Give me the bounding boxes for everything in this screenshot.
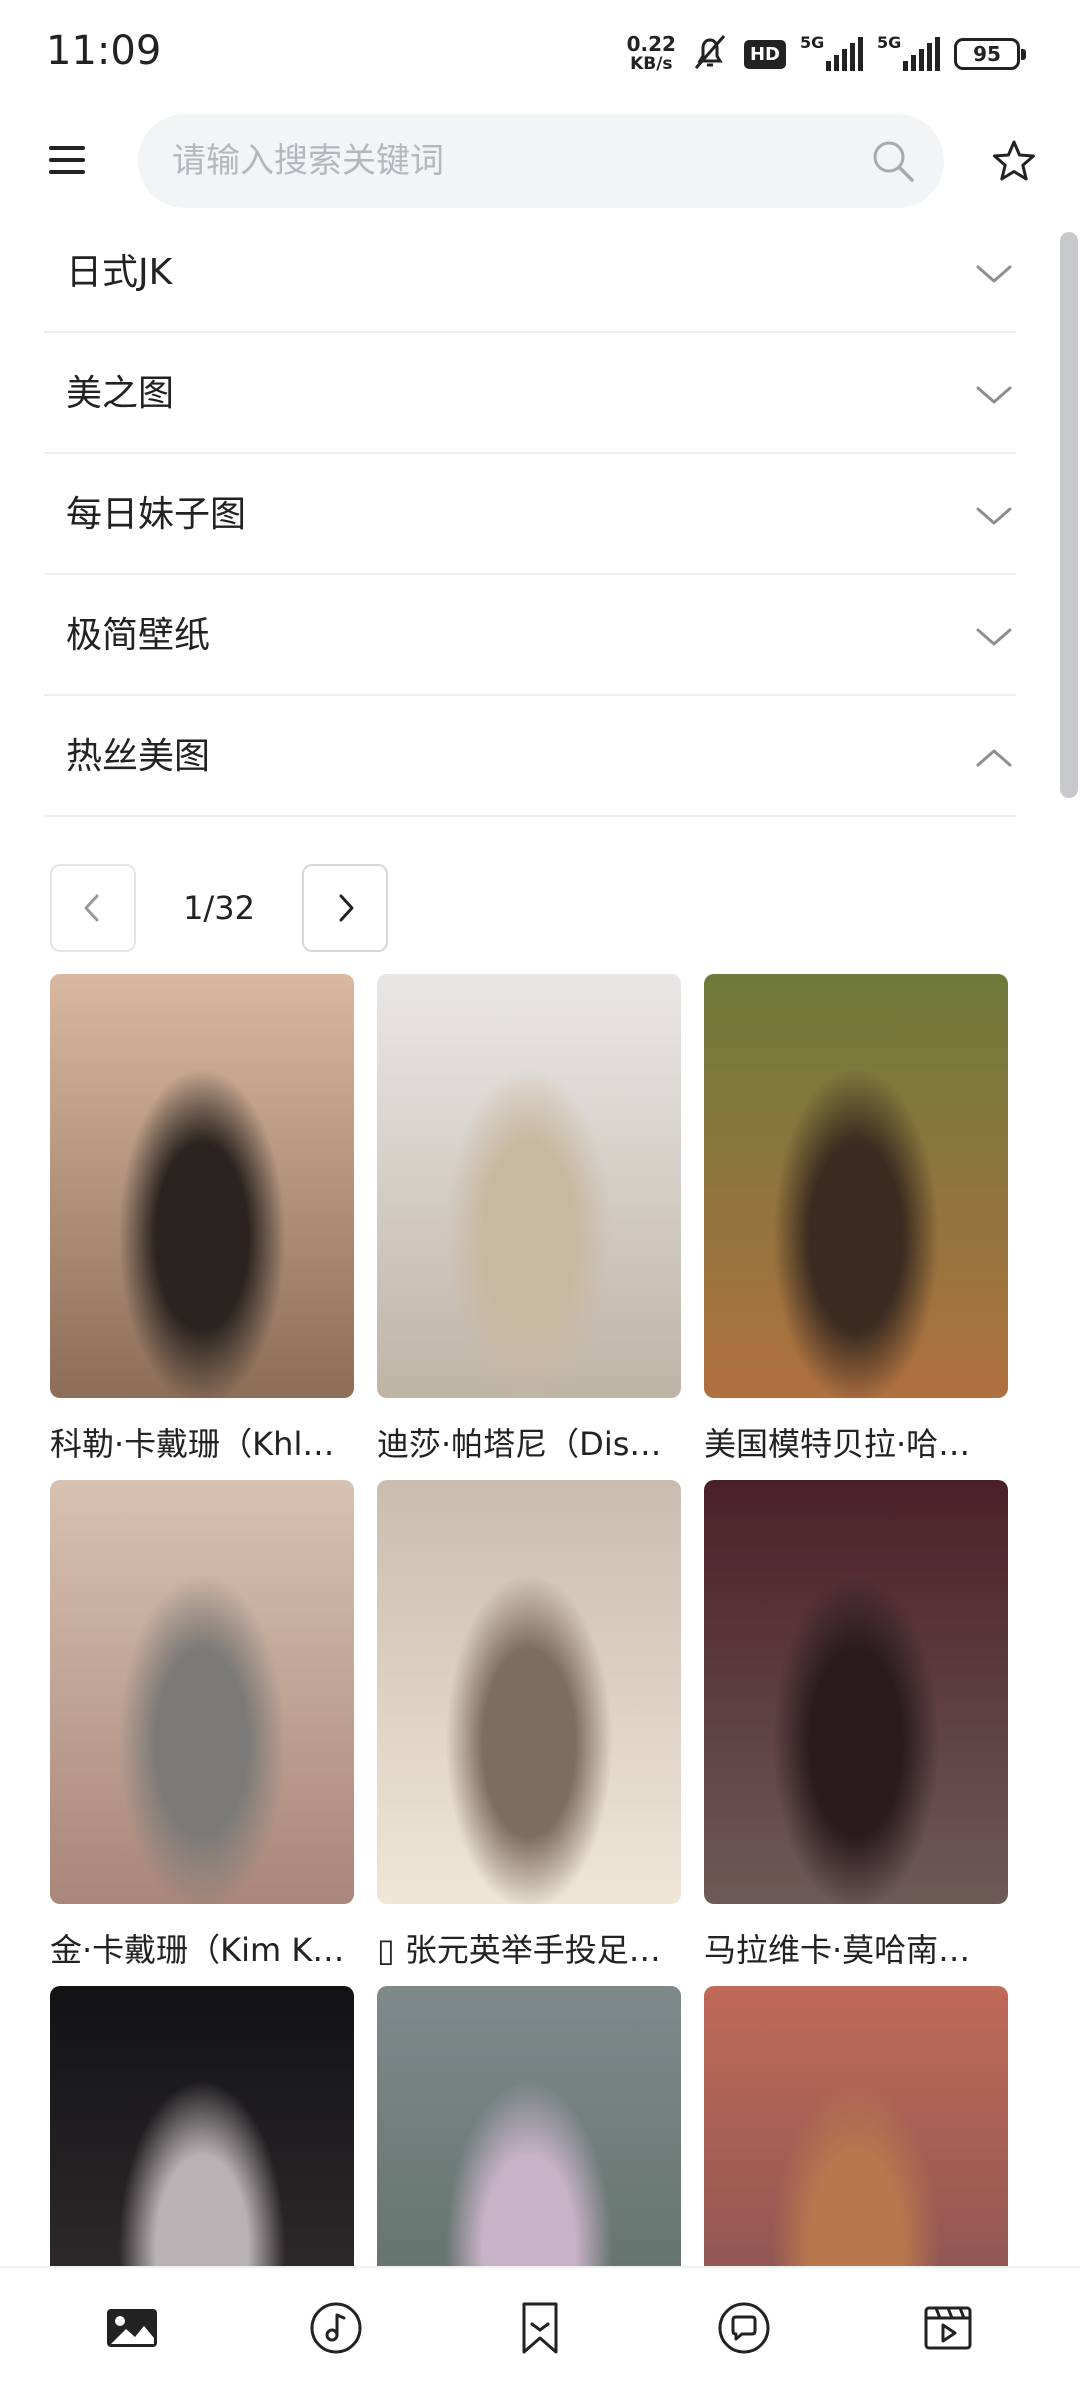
category-label: 热丝美图	[66, 736, 211, 777]
gallery-title: 金·卡戴珊（Kim K…	[50, 1931, 345, 1969]
chevron-down-icon	[976, 507, 1012, 525]
category-label: 极简壁纸	[66, 615, 211, 656]
network-speed-unit: KB/s	[630, 54, 673, 74]
gallery-card[interactable]: 金·卡戴珊（Kim K…	[50, 1480, 354, 1984]
chevron-right-icon	[339, 894, 354, 922]
gallery-thumbnail[interactable]	[704, 1480, 1008, 1904]
gallery-thumbnail[interactable]	[377, 1480, 681, 1904]
battery-icon: 95	[954, 38, 1026, 70]
nav-music-button[interactable]	[301, 2293, 371, 2363]
bookmark-icon	[522, 2302, 558, 2354]
search-bar[interactable]	[138, 114, 944, 208]
nav-videos-button[interactable]	[913, 2293, 983, 2363]
network-speed: 0.22 KB/s	[627, 34, 676, 74]
scrollbar[interactable]	[1060, 232, 1078, 798]
chevron-down-icon	[976, 265, 1012, 283]
page-indicator: 1/32	[183, 889, 255, 927]
gallery-thumbnail[interactable]	[704, 974, 1008, 1398]
category-label: 美之图	[66, 373, 175, 414]
nav-images-button[interactable]	[97, 2293, 167, 2363]
chevron-down-icon	[976, 386, 1012, 404]
gallery-card[interactable]: 美国模特贝拉·哈…	[704, 974, 1008, 1478]
gallery-thumbnail[interactable]	[377, 974, 681, 1398]
hd-voice-icon: HD	[743, 39, 786, 69]
network-speed-value: 0.22	[626, 32, 676, 56]
category-list: 日式JK 美之图 每日妹子图 极简壁纸 热丝美图	[44, 212, 1016, 817]
gallery-card[interactable]: ▯ 张元英举手投足…	[377, 1480, 681, 1984]
bottom-nav	[0, 2266, 1080, 2400]
music-note-icon	[310, 2302, 362, 2354]
pagination: 1/32	[50, 864, 388, 952]
gallery-title: 科勒·卡戴珊（Khl…	[50, 1425, 335, 1463]
category-item-hotsilk[interactable]: 热丝美图	[44, 696, 1016, 817]
chevron-down-icon	[976, 628, 1012, 646]
gallery-card[interactable]: 迪莎·帕塔尼（Dis…	[377, 974, 681, 1478]
prev-page-button[interactable]	[50, 864, 136, 952]
gallery-card[interactable]: 马拉维卡·莫哈南…	[704, 1480, 1008, 1984]
chevron-up-icon	[976, 749, 1012, 767]
menu-icon[interactable]	[42, 140, 92, 180]
next-page-button[interactable]	[302, 864, 388, 952]
nav-chat-button[interactable]	[709, 2293, 779, 2363]
nav-bookmarks-button[interactable]	[505, 2293, 575, 2363]
chat-icon	[718, 2302, 770, 2354]
star-icon[interactable]	[990, 138, 1038, 186]
gallery-thumbnail[interactable]	[50, 974, 354, 1398]
status-bar: 11:09 0.22 KB/s HD 5G 5G 95	[0, 0, 1080, 100]
status-icons: 0.22 KB/s HD 5G 5G 95	[627, 30, 1026, 78]
signal-2-icon: 5G	[877, 33, 940, 71]
category-label: 日式JK	[66, 252, 173, 293]
gallery-title: 迪莎·帕塔尼（Dis…	[377, 1425, 662, 1463]
gallery-title: 美国模特贝拉·哈…	[704, 1425, 971, 1463]
top-bar	[0, 110, 1080, 210]
chevron-left-icon	[84, 894, 99, 922]
gallery-card[interactable]: 科勒·卡戴珊（Khl…	[50, 974, 354, 1478]
gallery-title: 马拉维卡·莫哈南…	[704, 1931, 971, 1969]
gallery-title: ▯ 张元英举手投足…	[377, 1931, 661, 1969]
search-input[interactable]	[172, 114, 852, 208]
video-clip-icon	[924, 2306, 972, 2350]
category-item-wallpaper[interactable]: 极简壁纸	[44, 575, 1016, 696]
category-label: 每日妹子图	[66, 494, 247, 535]
category-item-jk[interactable]: 日式JK	[44, 212, 1016, 333]
signal-1-icon: 5G	[800, 33, 863, 71]
category-item-meizhitu[interactable]: 美之图	[44, 333, 1016, 454]
bell-muted-icon	[690, 32, 730, 76]
battery-level: 95	[973, 42, 1001, 66]
status-time: 11:09	[46, 28, 162, 74]
image-icon	[107, 2309, 157, 2347]
category-item-daily[interactable]: 每日妹子图	[44, 454, 1016, 575]
gallery-thumbnail[interactable]	[50, 1480, 354, 1904]
search-icon[interactable]	[868, 136, 918, 186]
